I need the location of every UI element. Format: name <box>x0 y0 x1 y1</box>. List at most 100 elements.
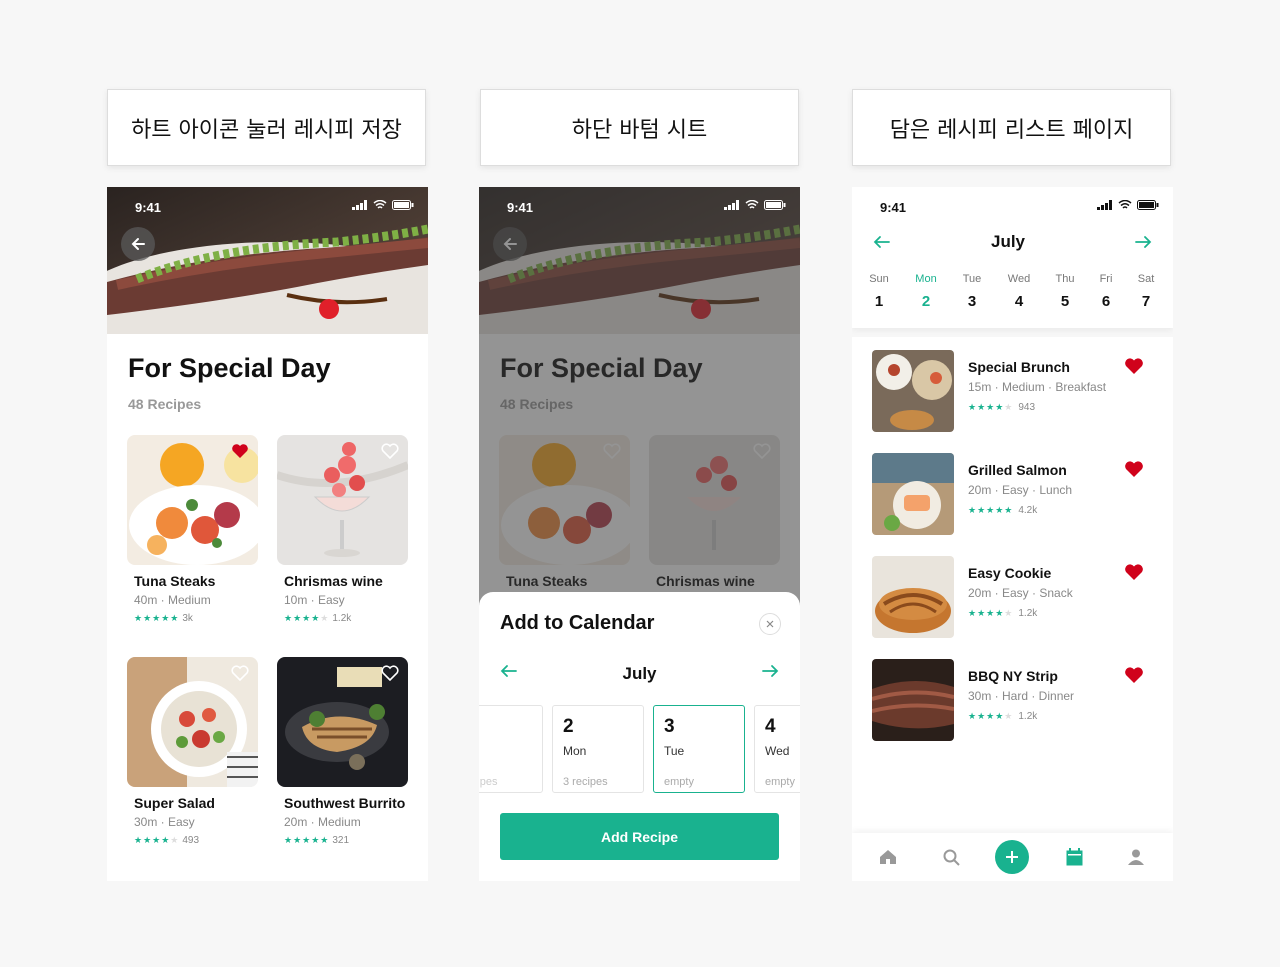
week-day[interactable]: Thu 5 <box>1045 273 1085 310</box>
status-time: 9:41 <box>507 200 534 215</box>
day-number: 4 <box>1014 293 1024 310</box>
saved-list: Special Brunch 15m · Medium · Breakfast … <box>852 337 1173 833</box>
day-card[interactable]: 4 Wed empty <box>754 705 800 793</box>
day-number: 2 <box>563 716 574 737</box>
recipe-card[interactable]: Super Salad 30m · Easy ★★★★★ 493 <box>127 657 269 857</box>
label-bottom-sheet: 하단 바텀 시트 <box>480 89 799 166</box>
weekday-label: Sun <box>869 273 889 285</box>
phone-calendar-list-screen: 9:41 July Sun 1 Mon 2 Tue 3 Wed 4 Thu 5 Fri 6 … <box>852 187 1173 881</box>
arrow-left-icon <box>131 238 145 250</box>
recipe-card[interactable]: Southwest Burrito 20m · Medium ★★★★★ 321 <box>277 657 419 857</box>
day-number: 6 <box>1101 293 1111 310</box>
sheet-title: Add to Calendar <box>500 612 655 634</box>
rating-count: 4.2k <box>1018 505 1038 516</box>
list-item[interactable]: Grilled Salmon 20m · Easy · Lunch ★★★★★ 4… <box>872 453 1162 537</box>
month-label: July <box>622 664 657 683</box>
heart-outline-icon[interactable] <box>231 665 261 686</box>
week-day[interactable]: Sat 7 <box>1126 273 1166 310</box>
back-button[interactable] <box>121 227 155 261</box>
rating-count: 493 <box>182 835 200 846</box>
day-card[interactable]: 2 Mon 3 recipes <box>552 705 644 793</box>
recipe-thumbnail <box>872 659 954 741</box>
week-day-selected[interactable]: Mon 2 <box>906 273 946 310</box>
rating-stars: ★★★★★ 493 <box>134 835 200 846</box>
weekday-label: Wed <box>1007 273 1031 285</box>
home-icon[interactable] <box>879 849 897 870</box>
day-card-selected[interactable]: 3 Tue empty <box>653 705 745 793</box>
recipe-name: Super Salad <box>134 795 215 811</box>
rating-count: 1.2k <box>1018 608 1038 619</box>
label-text: 하단 바텀 시트 <box>571 117 708 143</box>
day-number: 5 <box>1060 293 1070 310</box>
recipe-meta: 30m · Hard · Dinner <box>968 689 1075 703</box>
status-icons <box>352 200 414 210</box>
recipe-meta: 30m · Easy <box>134 815 195 829</box>
recipe-count: 48 Recipes <box>128 396 202 412</box>
day-number: 3 <box>967 293 977 310</box>
heart-outline-icon[interactable] <box>381 443 411 464</box>
search-icon[interactable] <box>943 849 960 871</box>
page-title: For Special Day <box>128 353 331 383</box>
recipe-meta: 40m · Medium <box>134 593 211 607</box>
next-month-button[interactable] <box>761 664 779 683</box>
heart-outline-icon[interactable] <box>381 665 411 686</box>
weekday-label: Mon <box>915 273 937 285</box>
label-save-recipe: 하트 아이콘 눌러 레시피 저장 <box>107 89 426 166</box>
status-icons <box>724 200 786 210</box>
day-weekday: Mon <box>563 744 587 758</box>
add-icon[interactable] <box>995 840 1029 874</box>
rating-stars: ★★★★★ 1.2k <box>968 608 1038 619</box>
day-recipes: empty <box>664 776 694 788</box>
status-time: 9:41 <box>880 200 907 215</box>
week-day[interactable]: Fri 6 <box>1086 273 1126 310</box>
add-recipe-button[interactable]: Add Recipe <box>500 813 779 860</box>
weekday-label: Thu <box>1055 273 1075 285</box>
heart-filled-icon[interactable] <box>1124 357 1144 380</box>
rating-stars: ★★★★★ 1.2k <box>968 711 1038 722</box>
recipe-card[interactable]: Tuna Steaks 40m · Medium ★★★★★ 3k <box>127 435 269 635</box>
day-card[interactable]: 1 recipes <box>479 705 543 793</box>
weekday-label: Sat <box>1137 273 1155 285</box>
day-number: 2 <box>921 293 931 310</box>
week-day[interactable]: Sun 1 <box>859 273 899 310</box>
close-button[interactable] <box>759 613 781 635</box>
recipe-card[interactable]: Chrismas wine 10m · Easy ★★★★★ 1.2k <box>277 435 419 635</box>
heart-filled-icon[interactable] <box>1124 563 1144 586</box>
weekday-label: Tue <box>962 273 982 285</box>
list-item[interactable]: Special Brunch 15m · Medium · Breakfast … <box>872 350 1162 434</box>
rating-stars: ★★★★★ 3k <box>134 613 193 624</box>
arrow-right-icon <box>1135 236 1152 248</box>
heart-filled-icon[interactable] <box>1124 666 1144 689</box>
day-number: 7 <box>1141 293 1151 310</box>
recipe-name: Chrismas wine <box>284 573 383 589</box>
week-day[interactable]: Tue 3 <box>952 273 992 310</box>
next-month-button[interactable] <box>1134 235 1152 254</box>
heart-filled-icon[interactable] <box>231 443 261 464</box>
status-bar: 9:41 <box>852 187 1173 227</box>
recipe-meta: 15m · Medium · Breakfast <box>968 380 1107 394</box>
month-label: July <box>990 232 1026 251</box>
rating-count: 3k <box>182 613 193 624</box>
recipe-name: BBQ NY Strip <box>968 668 1058 684</box>
weekday-label: Fri <box>1099 273 1113 285</box>
status-time: 9:41 <box>135 200 162 215</box>
profile-icon[interactable] <box>1128 849 1144 870</box>
day-number: 1 <box>874 293 884 310</box>
rating-stars: ★★★★★ 4.2k <box>968 505 1038 516</box>
week-day[interactable]: Wed 4 <box>999 273 1039 310</box>
rating-stars: ★★★★★ 943 <box>968 402 1036 413</box>
rating-stars: ★★★★★ 1.2k <box>284 613 352 624</box>
list-item[interactable]: Easy Cookie 20m · Easy · Snack ★★★★★ 1.2k <box>872 556 1162 640</box>
recipe-meta: 20m · Medium <box>284 815 361 829</box>
label-text: 하트 아이콘 눌러 레시피 저장 <box>131 117 402 143</box>
recipe-name: Special Brunch <box>968 359 1070 375</box>
heart-filled-icon[interactable] <box>1124 460 1144 483</box>
list-item[interactable]: BBQ NY Strip 30m · Hard · Dinner ★★★★★ 1.… <box>872 659 1162 743</box>
calendar-icon[interactable] <box>1066 848 1083 871</box>
day-number: 4 <box>765 716 776 737</box>
recipe-meta: 10m · Easy <box>284 593 345 607</box>
rating-stars: ★★★★★ 321 <box>284 835 350 846</box>
close-icon <box>766 620 774 628</box>
rating-count: 1.2k <box>1018 711 1038 722</box>
recipe-name: Grilled Salmon <box>968 462 1067 478</box>
